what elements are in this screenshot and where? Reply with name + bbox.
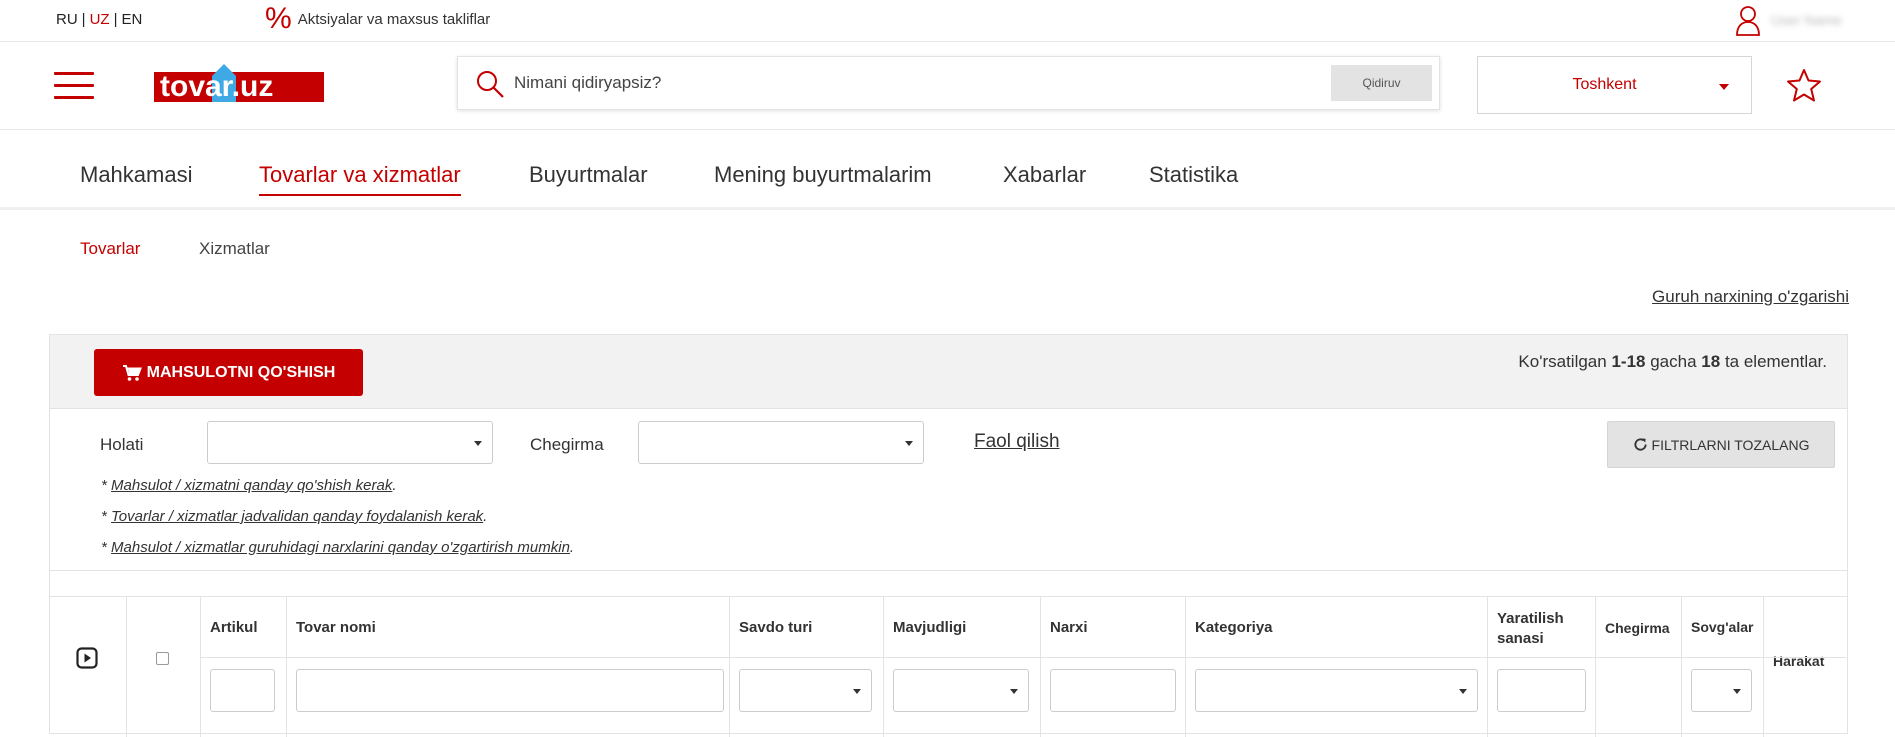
- chevron-down-icon: [1733, 688, 1741, 694]
- products-panel: MAHSULOTNI QO'SHISH Ko'rsatilgan 1-18 ga…: [49, 334, 1848, 737]
- chevron-down-icon: [1459, 688, 1467, 694]
- help-item: * Tovarlar / xizmatlar jadvalidan qanday…: [101, 508, 488, 525]
- search-input[interactable]: [514, 67, 1274, 99]
- price-filter-input[interactable]: [1050, 669, 1176, 712]
- expand-column: [50, 597, 127, 737]
- created-date-input[interactable]: [1497, 669, 1586, 712]
- clear-filters-button[interactable]: FILTRLARNI TOZALANG: [1607, 421, 1835, 468]
- th-narxi: Narxi: [1050, 619, 1088, 636]
- tab-tovarlar[interactable]: Tovarlar: [80, 239, 140, 259]
- col-discount: Chegirma: [1596, 597, 1682, 737]
- products-table: Artikul Tovar nomi Savdo turi Mavjudligi…: [50, 596, 1848, 737]
- trade-type-select[interactable]: [739, 669, 872, 712]
- promo-text: Aktsiyalar va maxsus takliflar: [297, 10, 491, 28]
- help-item: * Mahsulot / xizmatni qanday qo'shish ke…: [101, 477, 397, 494]
- col-category: Kategoriya: [1186, 597, 1488, 737]
- nav-tovarlar-va-xizmatlar[interactable]: Tovarlar va xizmatlar: [259, 162, 461, 196]
- th-kategoriya: Kategoriya: [1195, 619, 1273, 636]
- col-created: Yaratilish sanasi: [1488, 597, 1596, 737]
- add-product-label: MAHSULOTNI QO'SHISH: [146, 363, 336, 381]
- filters-section: Holati Chegirma Faol qilish FILTRLARNI T…: [50, 409, 1847, 571]
- logo-text: tovar.uz: [160, 70, 273, 103]
- search-button[interactable]: Qidiruv: [1331, 65, 1432, 101]
- percent-icon: %: [265, 2, 292, 35]
- nav-mahkamasi[interactable]: Mahkamasi: [80, 162, 192, 194]
- lang-uz[interactable]: UZ: [90, 11, 110, 28]
- nav-mening-buyurtmalarim[interactable]: Mening buyurtmalarim: [714, 162, 932, 194]
- play-toggle-icon[interactable]: [76, 647, 98, 669]
- help-link-use-table[interactable]: Tovarlar / xizmatlar jadvalidan qanday f…: [111, 508, 483, 525]
- user-menu[interactable]: User Name: [1735, 4, 1842, 36]
- col-action: Harakat: [1764, 597, 1848, 737]
- help-link-add-product[interactable]: Mahsulot / xizmatni qanday qo'shish kera…: [111, 477, 392, 494]
- user-icon: [1736, 6, 1760, 36]
- nav-buyurtmalar[interactable]: Buyurtmalar: [529, 162, 648, 194]
- city-value: Toshkent: [1572, 76, 1637, 93]
- availability-select[interactable]: [893, 669, 1029, 712]
- col-artikul: Artikul: [201, 597, 287, 737]
- logo[interactable]: tovar.uz: [154, 62, 324, 106]
- select-column: [127, 597, 201, 737]
- th-sovgalar: Sovg'alar: [1691, 619, 1754, 635]
- header: tovar.uz Qidiruv Toshkent: [0, 42, 1895, 130]
- status-select[interactable]: [207, 421, 493, 464]
- category-select[interactable]: [1195, 669, 1478, 712]
- col-price: Narxi: [1041, 597, 1186, 737]
- city-select[interactable]: Toshkent: [1477, 56, 1752, 114]
- items-counter: Ko'rsatilgan 1-18 gacha 18 ta elementlar…: [1518, 352, 1827, 371]
- discount-select[interactable]: [638, 421, 924, 464]
- col-trade-type: Savdo turi: [730, 597, 884, 737]
- add-product-button[interactable]: MAHSULOTNI QO'SHISH: [94, 349, 363, 396]
- top-bar: RU | UZ | EN % Aktsiyalar va maxsus taklifla…: [0, 0, 1895, 42]
- panel-header: MAHSULOTNI QO'SHISH Ko'rsatilgan 1-18 ga…: [50, 335, 1847, 409]
- hamburger-menu-icon[interactable]: [54, 72, 94, 100]
- search-bar: Qidiruv: [457, 56, 1440, 110]
- chevron-down-icon: [905, 440, 913, 446]
- favorites-star-icon[interactable]: [1786, 68, 1822, 102]
- promo-link[interactable]: % Aktsiyalar va maxsus takliflar: [265, 4, 490, 34]
- nav-xabarlar[interactable]: Xabarlar: [1003, 162, 1086, 194]
- gifts-select[interactable]: [1691, 669, 1752, 712]
- help-link-group-prices[interactable]: Mahsulot / xizmatlar guruhidagi narxlari…: [111, 539, 570, 556]
- th-chegirma: Chegirma: [1605, 620, 1670, 636]
- status-label: Holati: [100, 435, 144, 454]
- refresh-icon: [1633, 438, 1647, 451]
- artikul-filter-input[interactable]: [210, 669, 275, 712]
- th-savdo-turi: Savdo turi: [739, 619, 813, 636]
- group-price-change-link[interactable]: Guruh narxining o'zgarishi: [1652, 287, 1849, 307]
- th-mavjudligi: Mavjudligi: [893, 619, 967, 636]
- lang-ru[interactable]: RU: [56, 11, 78, 28]
- chevron-down-icon: [853, 688, 861, 694]
- select-all-checkbox[interactable]: [156, 652, 169, 665]
- lang-en[interactable]: EN: [121, 11, 142, 28]
- col-availability: Mavjudligi: [884, 597, 1041, 737]
- col-name: Tovar nomi: [287, 597, 730, 737]
- chevron-down-icon: [1010, 688, 1018, 694]
- tab-xizmatlar[interactable]: Xizmatlar: [199, 239, 270, 259]
- col-gifts: Sovg'alar: [1682, 597, 1764, 737]
- help-item: * Mahsulot / xizmatlar guruhidagi narxla…: [101, 539, 575, 556]
- language-switcher: RU | UZ | EN: [56, 11, 143, 28]
- th-artikul: Artikul: [210, 619, 258, 636]
- nav-statistika[interactable]: Statistika: [1149, 162, 1238, 194]
- search-icon: [477, 71, 504, 98]
- chevron-down-icon: [474, 440, 482, 446]
- main-nav: Mahkamasi Tovarlar va xizmatlar Buyurtma…: [0, 130, 1895, 210]
- th-harakat: Harakat: [1773, 653, 1825, 669]
- cart-icon: [122, 364, 142, 381]
- name-filter-input[interactable]: [296, 669, 724, 712]
- activate-link[interactable]: Faol qilish: [974, 431, 1060, 453]
- tovar-logo-icon: tovar.uz: [154, 64, 324, 103]
- chevron-down-icon: [1719, 84, 1729, 90]
- th-yaratilish-sanasi: Yaratilish sanasi: [1497, 610, 1564, 647]
- th-tovar-nomi: Tovar nomi: [296, 619, 376, 636]
- user-name: User Name: [1771, 12, 1842, 28]
- discount-label: Chegirma: [530, 435, 604, 454]
- clear-filters-label: FILTRLARNI TOZALANG: [1651, 436, 1810, 453]
